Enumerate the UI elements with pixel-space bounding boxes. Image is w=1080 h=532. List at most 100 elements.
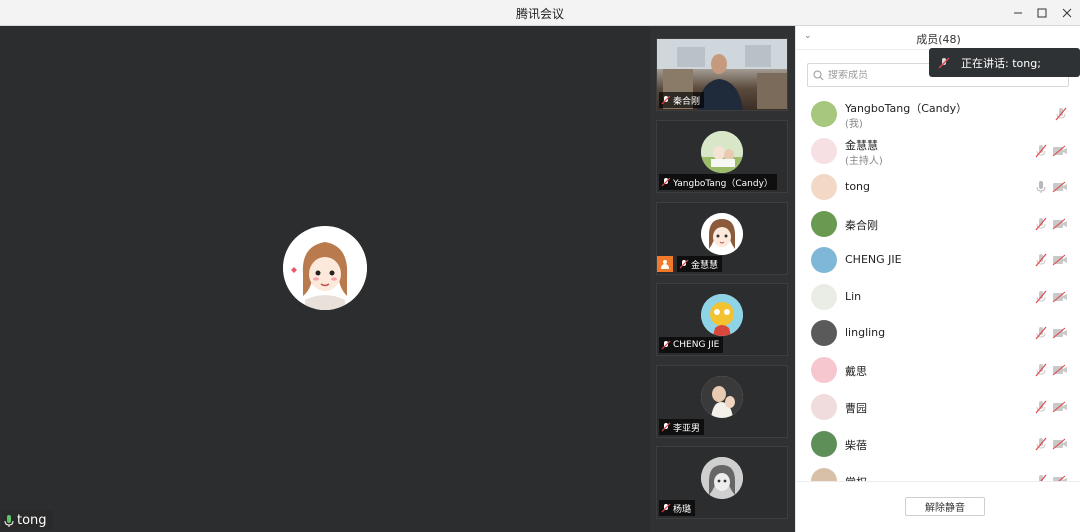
- member-avatar: [811, 138, 837, 164]
- microphone-muted-icon: [661, 422, 671, 432]
- member-avatar: [811, 284, 837, 310]
- member-name: 金慧慧: [845, 139, 878, 152]
- microphone-muted-icon[interactable]: [1034, 144, 1048, 158]
- camera-off-icon[interactable]: [1052, 327, 1068, 339]
- participant-avatar: [701, 131, 743, 173]
- speaker-label: tong: [1, 510, 53, 530]
- participant-avatar: [701, 213, 743, 255]
- members-header: ⌄ 成员(48): [796, 26, 1080, 50]
- member-role: (主持人): [845, 156, 883, 167]
- member-avatar: [811, 174, 837, 200]
- members-title: 成员(48): [916, 33, 961, 46]
- participant-label: 李亚男: [659, 419, 705, 435]
- video-thumbnail[interactable]: 李亚男: [656, 365, 788, 438]
- microphone-icon[interactable]: [1034, 180, 1048, 194]
- participant-name: CHENG JIE: [673, 340, 720, 350]
- speaker-avatar: [283, 226, 367, 310]
- speaker-name: tong: [17, 513, 47, 528]
- video-thumbnail[interactable]: 杨璐: [656, 446, 788, 519]
- maximize-icon: [1037, 8, 1047, 18]
- participant-avatar: [701, 376, 743, 418]
- participant-name: YangboTang（Candy）: [673, 178, 773, 189]
- participant-name: 李亚男: [673, 423, 701, 434]
- video-thumbnail[interactable]: YangboTang（Candy）: [656, 120, 788, 193]
- microphone-muted-icon: [661, 177, 671, 187]
- camera-off-icon[interactable]: [1052, 254, 1068, 266]
- member-name: Lin: [845, 290, 862, 303]
- video-thumbnail[interactable]: 金慧慧: [656, 202, 788, 275]
- microphone-muted-icon[interactable]: [1054, 107, 1068, 121]
- member-role: (我): [845, 119, 863, 130]
- microphone-muted-icon[interactable]: [1034, 400, 1048, 414]
- participant-label: 杨璐: [659, 500, 696, 516]
- video-thumbnails[interactable]: 秦合刚 YangboTang（Candy） 金慧慧 CHENG JIE 李亚男 …: [650, 26, 795, 532]
- member-avatar: [811, 211, 837, 237]
- camera-off-icon[interactable]: [1052, 401, 1068, 413]
- speaking-toast: 正在讲话: tong;: [929, 48, 1080, 77]
- microphone-muted-icon: [661, 503, 671, 513]
- microphone-muted-icon: [661, 95, 671, 105]
- member-name: CHENG JIE: [845, 253, 902, 266]
- member-name: 曹园: [845, 402, 867, 415]
- participant-avatar: [701, 457, 743, 499]
- minimize-icon: [1014, 12, 1022, 14]
- camera-off-icon[interactable]: [1052, 181, 1068, 193]
- participant-name: 金慧慧: [691, 260, 719, 271]
- microphone-muted-icon[interactable]: [1034, 437, 1048, 451]
- member-name: lingling: [845, 326, 886, 339]
- user-icon: [661, 260, 669, 269]
- members-panel: ⌄ 成员(48) YangboTang（Candy） (我) 金慧慧 (主持人) ton…: [795, 26, 1080, 532]
- member-avatar: [811, 320, 837, 346]
- microphone-muted-icon[interactable]: [1034, 363, 1048, 377]
- member-name: 秦合刚: [845, 219, 878, 232]
- member-name: tong: [845, 180, 870, 193]
- member-row[interactable]: tong: [796, 169, 1080, 205]
- camera-off-icon[interactable]: [1052, 218, 1068, 230]
- member-row[interactable]: lingling: [796, 315, 1080, 351]
- member-avatar: [811, 431, 837, 457]
- camera-off-icon[interactable]: [1052, 364, 1068, 376]
- microphone-muted-icon[interactable]: [1034, 290, 1048, 304]
- camera-off-icon[interactable]: [1052, 438, 1068, 450]
- main-video-area: tong: [0, 26, 650, 532]
- member-avatar: [811, 357, 837, 383]
- participant-avatar: [701, 294, 743, 336]
- search-icon: [813, 70, 824, 80]
- member-avatar: [811, 247, 837, 273]
- member-name: 柴蓓: [845, 439, 867, 452]
- member-avatar: [811, 394, 837, 420]
- member-row[interactable]: 金慧慧 (主持人): [796, 133, 1080, 169]
- participant-label: YangboTang（Candy）: [659, 174, 777, 190]
- member-avatar: [811, 101, 837, 127]
- title-bar: 腾讯会议: [0, 0, 1080, 26]
- video-thumbnail[interactable]: 秦合刚: [656, 38, 788, 111]
- host-badge: [657, 256, 673, 272]
- microphone-muted-icon[interactable]: [1034, 253, 1048, 267]
- members-footer: 解除静音: [796, 481, 1080, 532]
- microphone-muted-icon[interactable]: [1034, 326, 1048, 340]
- participant-label: CHENG JIE: [659, 337, 724, 353]
- window-title: 腾讯会议: [515, 7, 564, 21]
- member-name: YangboTang（Candy）: [845, 102, 968, 115]
- participant-name: 杨璐: [673, 504, 692, 515]
- participant-name: 秦合刚: [673, 96, 701, 107]
- participant-label: 金慧慧: [677, 256, 723, 272]
- member-row[interactable]: CHENG JIE: [796, 242, 1080, 278]
- microphone-muted-icon[interactable]: [1034, 217, 1048, 231]
- microphone-muted-icon: [938, 57, 950, 68]
- member-row[interactable]: 柴蓓: [796, 426, 1080, 462]
- close-button[interactable]: [1052, 0, 1080, 26]
- member-row[interactable]: 曹园: [796, 389, 1080, 425]
- member-row[interactable]: 秦合刚: [796, 206, 1080, 242]
- camera-off-icon[interactable]: [1052, 145, 1068, 157]
- member-row[interactable]: Lin: [796, 279, 1080, 315]
- camera-off-icon[interactable]: [1052, 291, 1068, 303]
- microphone-icon: [4, 514, 14, 527]
- member-name: 戴思: [845, 365, 867, 378]
- microphone-muted-icon: [679, 259, 689, 269]
- unmute-button[interactable]: 解除静音: [905, 497, 985, 516]
- microphone-muted-icon: [661, 340, 671, 350]
- member-row[interactable]: YangboTang（Candy） (我): [796, 96, 1080, 132]
- video-thumbnail[interactable]: CHENG JIE: [656, 283, 788, 356]
- member-row[interactable]: 戴思: [796, 352, 1080, 388]
